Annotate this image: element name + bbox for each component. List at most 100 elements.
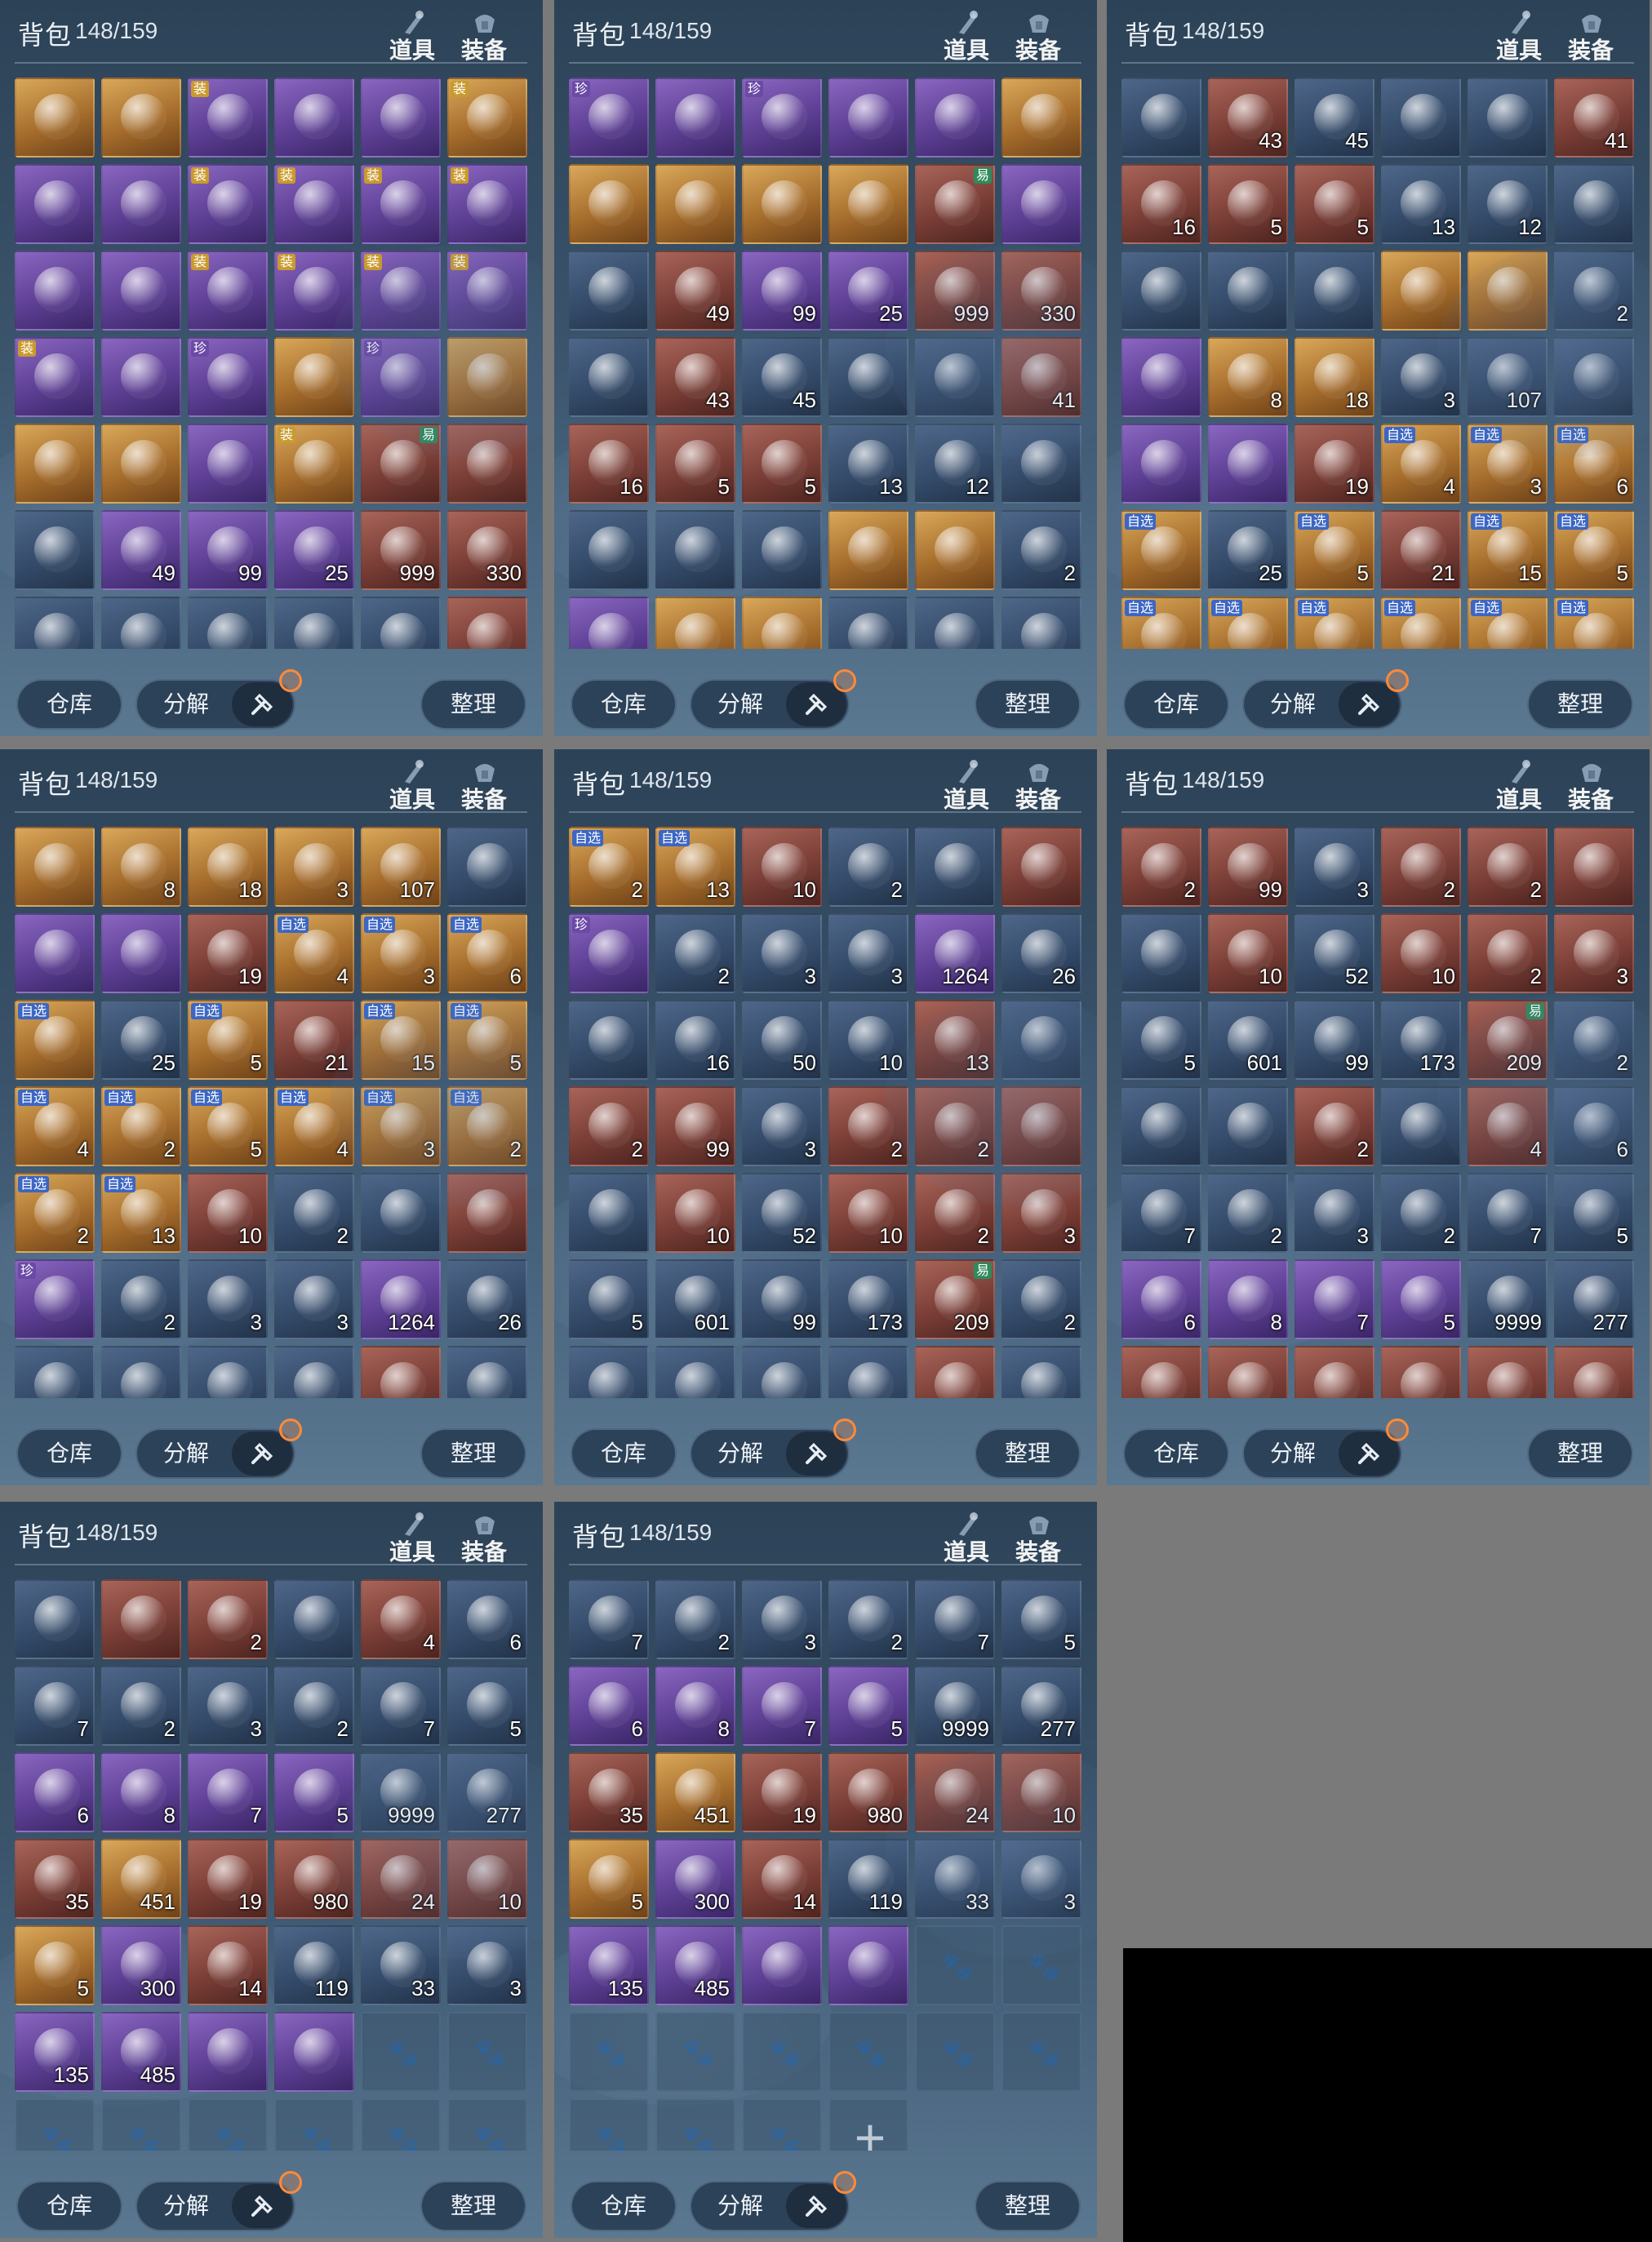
item-slot[interactable]: 99 <box>742 251 822 331</box>
item-slot[interactable] <box>1121 1346 1201 1398</box>
item-slot[interactable]: 99 <box>1208 827 1288 907</box>
tab-props[interactable]: 道具 <box>384 8 441 65</box>
item-slot[interactable]: 3 <box>447 1925 527 2005</box>
item-slot[interactable]: 10 <box>1381 913 1461 993</box>
item-slot[interactable]: 2 <box>828 827 908 907</box>
item-slot[interactable]: 9999 <box>361 1752 441 1832</box>
item-slot[interactable]: 装 <box>274 164 354 244</box>
item-slot[interactable]: 自选 2 <box>447 1086 527 1166</box>
item-slot[interactable]: 21 <box>1381 510 1461 590</box>
item-slot[interactable]: 9999 <box>915 1666 995 1746</box>
item-slot[interactable] <box>569 251 649 331</box>
item-slot[interactable]: 6 <box>1554 1086 1634 1166</box>
item-slot[interactable]: 5 <box>1554 1173 1634 1253</box>
item-slot[interactable] <box>1468 1346 1548 1398</box>
item-slot[interactable]: 13 <box>828 424 908 504</box>
item-slot[interactable] <box>101 251 181 331</box>
item-slot[interactable] <box>1121 251 1201 331</box>
item-slot[interactable]: 2 <box>1554 251 1634 331</box>
item-slot[interactable]: 2 <box>1468 827 1548 907</box>
item-slot[interactable]: 自选 5 <box>1554 510 1634 590</box>
item-slot[interactable] <box>15 913 95 993</box>
warehouse-button[interactable]: 仓库 <box>16 2181 122 2231</box>
item-slot[interactable] <box>1381 78 1461 158</box>
item-slot[interactable]: 5 <box>742 424 822 504</box>
sort-button[interactable]: 整理 <box>1527 1428 1633 1479</box>
item-slot[interactable]: 3 <box>1381 337 1461 417</box>
item-slot[interactable]: 3 <box>828 913 908 993</box>
item-slot[interactable] <box>1001 1086 1081 1166</box>
item-slot[interactable] <box>828 1925 908 2005</box>
item-slot[interactable] <box>15 78 95 158</box>
item-slot[interactable]: 珍 <box>569 913 649 993</box>
item-slot[interactable]: 35 <box>15 1839 95 1919</box>
item-slot[interactable]: 2 <box>1381 1173 1461 1253</box>
tab-equip[interactable]: 装备 <box>1562 8 1619 65</box>
item-slot[interactable]: 5 <box>655 424 735 504</box>
empty-slot[interactable]: 🐾 <box>569 2098 649 2151</box>
tab-props[interactable]: 道具 <box>938 1510 995 1567</box>
item-slot[interactable] <box>569 1346 649 1398</box>
item-slot[interactable]: 装 <box>361 164 441 244</box>
item-slot[interactable]: 601 <box>655 1259 735 1339</box>
item-slot[interactable] <box>101 337 181 417</box>
item-slot[interactable]: 装 <box>447 251 527 331</box>
empty-slot[interactable]: 🐾 <box>447 2012 527 2092</box>
item-slot[interactable] <box>1121 337 1201 417</box>
item-slot[interactable]: 3 <box>188 1666 268 1746</box>
item-slot[interactable] <box>274 1579 354 1659</box>
item-slot[interactable] <box>1554 1346 1634 1398</box>
item-slot[interactable]: 135 <box>15 2012 95 2092</box>
item-slot[interactable]: 10 <box>655 1173 735 1253</box>
item-slot[interactable] <box>188 597 268 649</box>
item-slot[interactable] <box>361 1173 441 1253</box>
item-slot[interactable]: 珍 <box>569 78 649 158</box>
item-slot[interactable]: 26 <box>447 1259 527 1339</box>
item-slot[interactable]: 珍 <box>361 337 441 417</box>
item-slot[interactable]: 自选 2 <box>1554 597 1634 649</box>
item-slot[interactable]: 52 <box>1295 913 1374 993</box>
item-slot[interactable]: 自选 3 <box>361 1086 441 1166</box>
item-slot[interactable]: 自选 15 <box>361 1000 441 1080</box>
item-slot[interactable] <box>447 424 527 504</box>
item-slot[interactable]: 自选 5 <box>188 1086 268 1166</box>
item-slot[interactable]: 装 <box>274 424 354 504</box>
item-slot[interactable]: 99 <box>188 510 268 590</box>
item-slot[interactable] <box>1001 597 1081 649</box>
item-slot[interactable] <box>15 1346 95 1398</box>
tab-equip[interactable]: 装备 <box>455 8 513 65</box>
item-slot[interactable]: 自选 2 <box>1208 597 1288 649</box>
item-slot[interactable]: 5 <box>569 1259 649 1339</box>
item-slot[interactable] <box>569 597 649 649</box>
item-slot[interactable]: 自选 4 <box>1381 597 1461 649</box>
item-slot[interactable] <box>101 78 181 158</box>
item-slot[interactable]: 自选 4 <box>274 913 354 993</box>
item-slot[interactable] <box>1381 1086 1461 1166</box>
item-slot[interactable]: 自选 13 <box>655 827 735 907</box>
item-slot[interactable] <box>569 164 649 244</box>
tab-props[interactable]: 道具 <box>938 757 995 815</box>
item-slot[interactable] <box>1381 251 1461 331</box>
item-slot[interactable]: 自选 3 <box>1468 597 1548 649</box>
item-slot[interactable]: 4 <box>361 1579 441 1659</box>
empty-slot[interactable]: 🐾 <box>1001 1925 1081 2005</box>
item-slot[interactable]: 2 <box>1554 1000 1634 1080</box>
item-slot[interactable] <box>828 337 908 417</box>
item-slot[interactable] <box>915 337 995 417</box>
item-slot[interactable] <box>15 510 95 590</box>
item-slot[interactable]: 6 <box>15 1752 95 1832</box>
item-slot[interactable] <box>655 78 735 158</box>
item-slot[interactable]: 3 <box>742 1579 822 1659</box>
item-slot[interactable]: 3 <box>1554 913 1634 993</box>
tab-props[interactable]: 道具 <box>1490 8 1548 65</box>
item-slot[interactable] <box>828 164 908 244</box>
empty-slot[interactable]: 🐾 <box>101 2098 181 2151</box>
item-slot[interactable] <box>1468 251 1548 331</box>
item-slot[interactable] <box>101 913 181 993</box>
item-slot[interactable]: 99 <box>742 1259 822 1339</box>
tab-equip[interactable]: 装备 <box>1562 757 1619 815</box>
item-slot[interactable] <box>1295 1346 1374 1398</box>
item-slot[interactable]: 300 <box>101 1925 181 2005</box>
tab-equip[interactable]: 装备 <box>1010 1510 1067 1567</box>
item-slot[interactable]: 自选 13 <box>101 1173 181 1253</box>
